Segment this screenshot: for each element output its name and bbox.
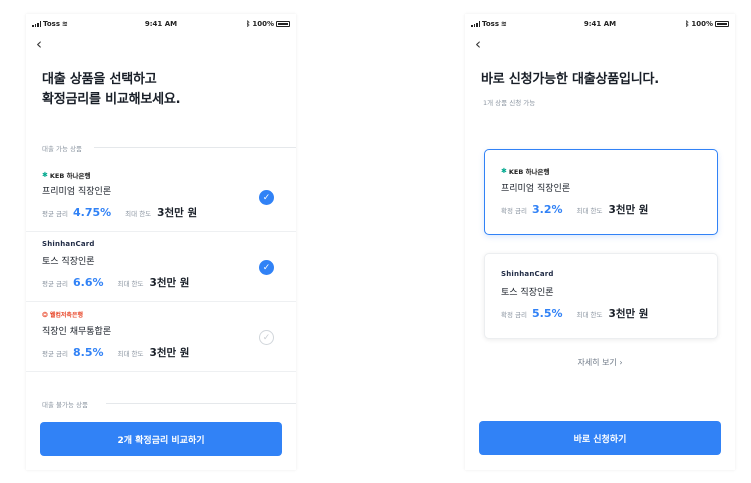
section-divider: [106, 403, 296, 404]
rate-value: 5.5%: [532, 307, 563, 320]
page-title-line-2: 확정금리를 비교해보세요.: [42, 92, 181, 107]
bluetooth-icon: ᛒ: [685, 20, 690, 28]
keb-logo-icon: ✱: [501, 167, 507, 175]
loan-card-shinhan[interactable]: ShinhanCard 토스 직장인론 확정 금리 5.5% 최대 한도 3천만…: [484, 253, 718, 339]
rate-row: 평균 금리 6.6% 최대 한도 3천만 원: [42, 275, 189, 290]
limit-value: 3천만 원: [608, 308, 649, 320]
bank-logo-shinhan: ShinhanCard: [42, 240, 95, 248]
select-checkbox[interactable]: ✓: [259, 330, 274, 345]
page-title-line-1: 대출 상품을 선택하고: [42, 72, 157, 87]
rate-label: 평균 금리: [42, 350, 68, 358]
product-name: 직장인 채무통합론: [42, 327, 112, 337]
product-name: 프리미엄 직장인론: [501, 184, 571, 194]
see-details-label: 자세히 보기: [577, 358, 617, 367]
page-subtitle: 1개 상품 신청 가능: [483, 99, 536, 107]
rate-value: 3.2%: [532, 203, 563, 216]
checkmark-icon: ✓: [262, 262, 271, 273]
rate-row: 평균 금리 8.5% 최대 한도 3천만 원: [42, 345, 189, 360]
product-name: 프리미엄 직장인론: [42, 187, 112, 197]
unavailable-section-label: 대출 불가능 상품: [42, 401, 88, 409]
apply-now-button[interactable]: 바로 신청하기: [479, 421, 721, 455]
battery-percent: 100%: [252, 20, 274, 28]
checkmark-icon: ✓: [262, 192, 271, 203]
limit-value: 3천만 원: [608, 204, 649, 216]
limit-label: 최대 한도: [576, 207, 603, 215]
select-checkbox[interactable]: ✓: [259, 260, 274, 275]
loan-item-welcome[interactable]: ❂ 웰컴저축은행 직장인 채무통합론 평균 금리 8.5% 최대 한도 3천만 …: [26, 302, 296, 372]
keb-logo-icon: ✱: [42, 171, 48, 179]
rate-label: 평균 금리: [42, 280, 68, 288]
back-button[interactable]: ‹: [36, 36, 52, 52]
rate-row: 확정 금리 5.5% 최대 한도 3천만 원: [501, 306, 648, 321]
loan-item-shinhan[interactable]: ShinhanCard 토스 직장인론 평균 금리 6.6% 최대 한도 3천만…: [26, 232, 296, 302]
select-checkbox[interactable]: ✓: [259, 190, 274, 205]
bank-logo-keb: ✱ KEB 하나은행: [42, 171, 91, 180]
rate-label: 확정 금리: [501, 311, 527, 319]
rate-row: 확정 금리 3.2% 최대 한도 3천만 원: [501, 202, 648, 217]
loan-result-screen: Toss ≋ 9:41 AM ᛒ 100% ‹ 바로 신청가능한 대출상품입니다…: [465, 14, 735, 470]
product-name: 토스 직장인론: [42, 257, 95, 267]
section-divider: [94, 147, 296, 148]
compare-rates-button[interactable]: 2개 확정금리 비교하기: [40, 422, 282, 456]
bluetooth-icon: ᛒ: [246, 20, 251, 28]
loan-card-keb[interactable]: ✱ KEB 하나은행 프리미엄 직장인론 확정 금리 3.2% 최대 한도 3천…: [484, 149, 718, 235]
battery-icon: [715, 21, 729, 27]
checkmark-icon: ✓: [262, 332, 271, 343]
battery-indicator: ᛒ 100%: [246, 20, 290, 28]
limit-value: 3천만 원: [149, 277, 190, 289]
see-details-link[interactable]: 자세히 보기 ›: [465, 357, 735, 368]
battery-indicator: ᛒ 100%: [685, 20, 729, 28]
rate-row: 평균 금리 4.75% 최대 한도 3천만 원: [42, 205, 197, 220]
available-section-label: 대출 가능 상품: [42, 145, 83, 153]
battery-percent: 100%: [691, 20, 713, 28]
loan-item-keb[interactable]: ✱ KEB 하나은행 프리미엄 직장인론 평균 금리 4.75% 최대 한도 3…: [26, 162, 296, 232]
bank-logo-shinhan: ShinhanCard: [501, 270, 554, 278]
limit-value: 3천만 원: [157, 207, 198, 219]
back-button[interactable]: ‹: [475, 36, 491, 52]
limit-value: 3천만 원: [149, 347, 190, 359]
limit-label: 최대 한도: [125, 210, 152, 218]
welcome-logo-icon: ❂: [42, 310, 48, 319]
limit-label: 최대 한도: [117, 280, 144, 288]
chevron-left-icon: ‹: [475, 35, 481, 53]
status-bar: Toss ≋ 9:41 AM ᛒ 100%: [465, 18, 735, 32]
rate-value: 4.75%: [73, 206, 112, 219]
status-bar: Toss ≋ 9:41 AM ᛒ 100%: [26, 18, 296, 32]
limit-label: 최대 한도: [576, 311, 603, 319]
page-title: 바로 신청가능한 대출상품입니다.: [481, 72, 660, 87]
rate-value: 6.6%: [73, 276, 104, 289]
page-title: 대출 상품을 선택하고 확정금리를 비교해보세요.: [42, 70, 282, 110]
bank-logo-keb: ✱ KEB 하나은행: [501, 167, 550, 176]
rate-label: 평균 금리: [42, 210, 68, 218]
product-name: 토스 직장인론: [501, 288, 554, 298]
chevron-left-icon: ‹: [36, 35, 42, 53]
loan-selection-screen: Toss ≋ 9:41 AM ᛒ 100% ‹ 대출 상품을 선택하고 확정금리…: [26, 14, 296, 470]
rate-value: 8.5%: [73, 346, 104, 359]
chevron-right-icon: ›: [619, 358, 623, 367]
rate-label: 확정 금리: [501, 207, 527, 215]
battery-icon: [276, 21, 290, 27]
bank-logo-welcome: ❂ 웰컴저축은행: [42, 310, 83, 320]
limit-label: 최대 한도: [117, 350, 144, 358]
